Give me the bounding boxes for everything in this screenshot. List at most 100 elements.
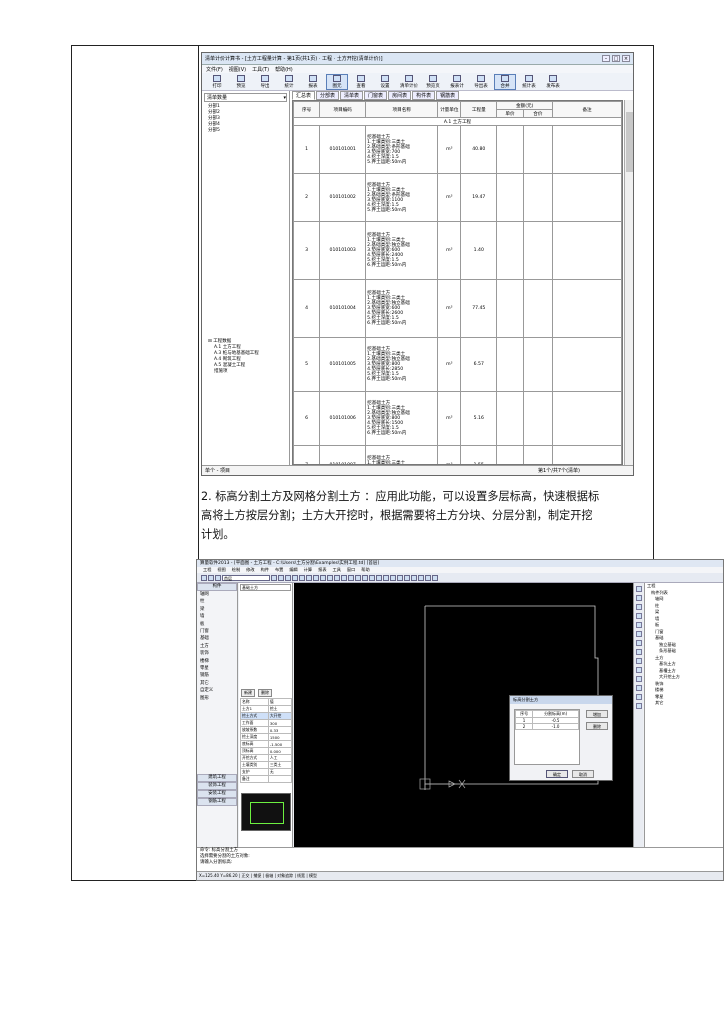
- property-value[interactable]: 0.000: [267, 747, 293, 755]
- nav-item[interactable]: 梁: [197, 606, 237, 613]
- color-icon[interactable]: [635, 676, 642, 682]
- split-icon[interactable]: [404, 574, 410, 581]
- print-button[interactable]: 打印: [206, 74, 228, 90]
- tab-rooms[interactable]: 房间表: [388, 91, 412, 100]
- bill-pricing-button[interactable]: 清单计价: [398, 74, 420, 90]
- tree-filter-select[interactable]: 清单数量 ▾: [204, 93, 287, 102]
- property-value[interactable]: -1.500: [267, 740, 293, 748]
- property-row[interactable]: 土方1 挖土: [240, 705, 293, 713]
- pan-icon[interactable]: [635, 604, 642, 610]
- property-value[interactable]: 0.33: [267, 726, 293, 734]
- cad-menu-item[interactable]: 构件: [261, 567, 269, 573]
- tab-bill[interactable]: 清单表: [340, 91, 364, 100]
- merge-button[interactable]: 合并: [494, 73, 516, 90]
- property-value[interactable]: [267, 775, 293, 783]
- property-row[interactable]: 名称值: [240, 698, 293, 706]
- cad-menu-item[interactable]: 工具: [333, 567, 341, 573]
- tab-components[interactable]: 构件表: [412, 91, 436, 100]
- lock-icon[interactable]: [635, 685, 642, 691]
- nav-item[interactable]: 其它: [197, 680, 237, 687]
- layer-icon[interactable]: [411, 574, 417, 581]
- menu-file[interactable]: 文件(F): [206, 66, 223, 73]
- close-icon[interactable]: ×: [622, 55, 630, 62]
- property-row[interactable]: 放坡系数 0.33: [240, 726, 293, 734]
- command-line[interactable]: 命令: 标高分割土方 选择需要分割的土方对象: 请输入分割标高:: [197, 847, 723, 871]
- table-row[interactable]: 5 010101005 挖基础土方 1.土壤类别:三类土 2.基础类型:独立基础…: [293, 337, 622, 392]
- export-table-button[interactable]: 导出表: [470, 74, 492, 90]
- section-row[interactable]: A.1 土方工程: [293, 117, 622, 126]
- property-value[interactable]: 人工: [267, 754, 293, 762]
- new-component-button[interactable]: 新建: [241, 689, 255, 697]
- report-button[interactable]: 报表: [302, 74, 324, 90]
- filter-icon[interactable]: [635, 649, 642, 655]
- pointer-icon[interactable]: [271, 574, 277, 581]
- publish-button[interactable]: 发布表: [542, 74, 564, 90]
- menu-view[interactable]: 视图(V): [229, 66, 246, 73]
- move-icon[interactable]: [320, 574, 326, 581]
- maximize-icon[interactable]: □: [612, 55, 620, 62]
- nav-item[interactable]: 门窗: [197, 628, 237, 635]
- save-icon[interactable]: [215, 574, 221, 581]
- property-row[interactable]: 顶标高 0.000: [240, 747, 293, 755]
- cad-menu-item[interactable]: 报表: [318, 567, 326, 573]
- settings-icon[interactable]: [635, 703, 642, 709]
- check-icon[interactable]: [635, 694, 642, 700]
- line-icon[interactable]: [292, 574, 298, 581]
- property-value[interactable]: 值: [267, 698, 293, 706]
- select-icon[interactable]: [635, 640, 642, 646]
- tab-division[interactable]: 分部表: [316, 91, 340, 100]
- menu-tools[interactable]: 工具(T): [252, 66, 269, 73]
- nav-item[interactable]: 柱: [197, 598, 237, 605]
- drawing-canvas[interactable]: 标高分割土方 序号 分割标高(m) 1 -0.5 2 -1.0 增加 删除 确定 取消: [294, 583, 633, 847]
- view-button[interactable]: 查看: [350, 74, 372, 90]
- property-value[interactable]: 300: [267, 719, 293, 727]
- nav-module[interactable]: 装饰工程: [197, 782, 237, 791]
- element-button[interactable]: 图元: [326, 73, 348, 90]
- delete-component-button[interactable]: 删除: [258, 689, 272, 697]
- orbit-icon[interactable]: [635, 622, 642, 628]
- nav-item[interactable]: 基础: [197, 635, 237, 642]
- nav-item[interactable]: 楼梯: [197, 658, 237, 665]
- nav-item[interactable]: 板: [197, 621, 237, 628]
- property-value[interactable]: 无: [267, 768, 293, 776]
- tree-project-item[interactable]: 措施项: [202, 369, 289, 375]
- property-row[interactable]: 工作面 300: [240, 719, 293, 727]
- elevation-value[interactable]: -1.0: [532, 723, 579, 730]
- export-button[interactable]: 导出: [254, 74, 276, 90]
- pan-icon[interactable]: [278, 574, 284, 581]
- measure-icon[interactable]: [383, 574, 389, 581]
- hide-icon[interactable]: [635, 658, 642, 664]
- tree-node[interactable]: 其它: [645, 700, 723, 707]
- nav-item[interactable]: 零星: [197, 665, 237, 672]
- report-icon[interactable]: [397, 574, 403, 581]
- cad-menu-item[interactable]: 编辑: [289, 567, 297, 573]
- preview-page-button[interactable]: 预览页: [422, 74, 444, 90]
- cad-menu-item[interactable]: 布置: [275, 567, 283, 573]
- nav-module[interactable]: 钢筋工程: [197, 798, 237, 807]
- nav-item[interactable]: 图形: [197, 695, 237, 702]
- property-row[interactable]: 土壤类别 三类土: [240, 761, 293, 769]
- property-row[interactable]: 挖土方式 大开挖: [240, 712, 293, 720]
- rect-icon[interactable]: [299, 574, 305, 581]
- layer-icon[interactable]: [635, 631, 642, 637]
- minimize-icon[interactable]: –: [602, 55, 610, 62]
- stats-table-button[interactable]: 统计表: [518, 74, 540, 90]
- table-row[interactable]: 4 010101004 挖基础土方 1.土壤类别:三类土 2.基础类型:独立基础…: [293, 279, 622, 338]
- property-value[interactable]: 大开挖: [267, 712, 293, 720]
- preview-button[interactable]: 预览: [230, 74, 252, 90]
- extend-icon[interactable]: [355, 574, 361, 581]
- calc-icon[interactable]: [390, 574, 396, 581]
- property-row[interactable]: 挖土深度 1500: [240, 733, 293, 741]
- grid-icon[interactable]: [418, 574, 424, 581]
- property-value[interactable]: 1500: [267, 733, 293, 741]
- cad-menu-item[interactable]: 修改: [246, 567, 254, 573]
- nav-item[interactable]: 墙: [197, 613, 237, 620]
- zoom-out-icon[interactable]: [635, 595, 642, 601]
- nav-item[interactable]: 土方: [197, 643, 237, 650]
- nav-item[interactable]: 轴网: [197, 591, 237, 598]
- ok-button[interactable]: 确定: [546, 770, 568, 778]
- vertical-scrollbar[interactable]: [624, 100, 633, 465]
- zoom-in-icon[interactable]: [635, 586, 642, 592]
- cad-menu-item[interactable]: 视图: [217, 567, 225, 573]
- layer-select[interactable]: 首层: [222, 574, 270, 581]
